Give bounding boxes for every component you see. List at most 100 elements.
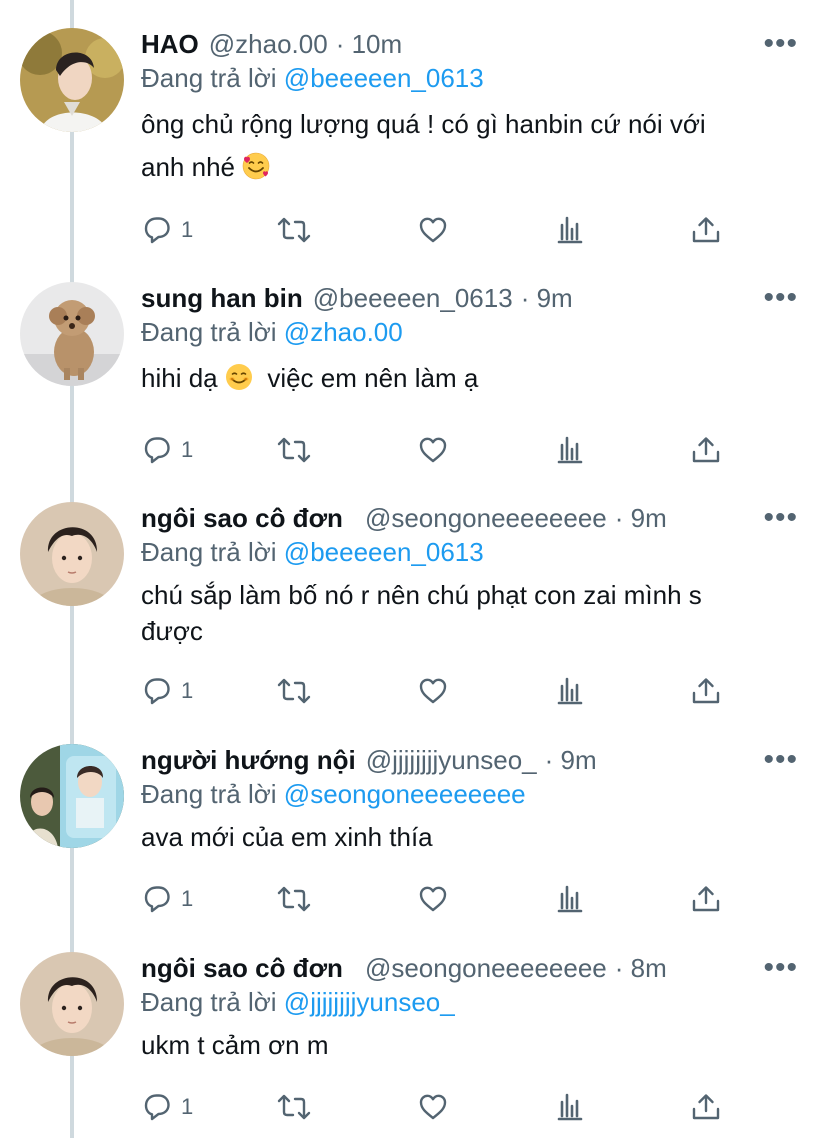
tweet-text: chú sắp làm bố nó r nên chú phạt con zai… <box>141 577 798 649</box>
retweet-icon <box>277 678 311 704</box>
retweet-button[interactable] <box>275 676 313 706</box>
mention-link[interactable]: @beeeeen_0613 <box>284 63 484 93</box>
share-icon <box>692 1094 720 1120</box>
replying-to: Đang trả lời @seongoneeeeeeee <box>141 779 798 813</box>
reply-icon <box>144 678 170 705</box>
more-icon[interactable]: ••• <box>763 503 798 533</box>
replying-to: Đang trả lời @jjjjjjjjyunseo_ <box>141 987 798 1021</box>
timestamp[interactable]: · 9m <box>521 283 573 314</box>
heart-icon <box>419 1094 447 1120</box>
retweet-button[interactable] <box>275 1092 313 1122</box>
analytics-button[interactable] <box>555 435 585 465</box>
retweet-button[interactable] <box>275 884 313 914</box>
smiling-face-icon <box>224 363 253 391</box>
reply-button[interactable]: 1 <box>141 215 193 245</box>
more-icon[interactable]: ••• <box>763 29 798 59</box>
reply-count: 1 <box>181 437 194 462</box>
analytics-icon <box>557 885 583 913</box>
reply-count: 1 <box>181 886 194 911</box>
like-button[interactable] <box>417 1092 449 1122</box>
timestamp[interactable]: · 8m <box>615 953 667 984</box>
share-icon <box>692 886 720 912</box>
timestamp[interactable]: · 10m <box>336 29 402 60</box>
analytics-icon <box>557 436 583 464</box>
handle[interactable]: @seongoneeeeeeee <box>365 953 607 984</box>
retweet-icon <box>277 217 311 243</box>
more-icon[interactable]: ••• <box>763 283 798 313</box>
display-name[interactable]: ngôi sao cô đơn <box>141 503 343 534</box>
replying-to-label: Đang trả lời <box>141 63 277 93</box>
analytics-button[interactable] <box>555 884 585 914</box>
reply-icon <box>144 217 170 244</box>
analytics-button[interactable] <box>555 215 585 245</box>
like-button[interactable] <box>417 215 449 245</box>
like-button[interactable] <box>417 676 449 706</box>
replying-to: Đang trả lời @beeeeen_0613 <box>141 537 798 571</box>
retweet-button[interactable] <box>275 215 313 245</box>
more-icon[interactable]: ••• <box>763 745 798 775</box>
action-bar: 1 <box>141 1092 741 1126</box>
handle[interactable]: @jjjjjjjjyunseo_ <box>366 745 537 776</box>
analytics-icon <box>557 216 583 244</box>
share-button[interactable] <box>691 435 721 465</box>
replying-to-label: Đang trả lời <box>141 987 277 1017</box>
tweet-text-line-2: anh nhé <box>141 146 798 189</box>
share-icon <box>692 437 720 463</box>
avatar[interactable] <box>20 502 124 606</box>
more-icon[interactable]: ••• <box>763 953 798 983</box>
share-button[interactable] <box>691 676 721 706</box>
tweet-header: ngôi sao cô đơn @seongoneeeeeeee · 9m <box>141 502 798 534</box>
replying-to: Đang trả lời @zhao.00 <box>141 317 798 351</box>
handle[interactable]: @seongoneeeeeeee <box>365 503 607 534</box>
mention-link[interactable]: @seongoneeeeeeee <box>284 779 526 809</box>
avatar[interactable] <box>20 744 124 848</box>
reply-icon <box>144 1094 170 1121</box>
analytics-icon <box>557 1093 583 1121</box>
reply-button[interactable]: 1 <box>141 676 193 706</box>
reply-button[interactable]: 1 <box>141 1092 193 1122</box>
avatar[interactable] <box>20 952 124 1056</box>
tweet-header: ngôi sao cô đơn @seongoneeeeeeee · 8m <box>141 952 798 984</box>
heart-icon <box>419 886 447 912</box>
retweet-icon <box>277 437 311 463</box>
mention-link[interactable]: @zhao.00 <box>284 317 403 347</box>
like-button[interactable] <box>417 435 449 465</box>
reply-icon <box>144 437 170 464</box>
analytics-button[interactable] <box>555 1092 585 1122</box>
display-name[interactable]: sung han bin <box>141 283 303 314</box>
tweet-header: HAO @zhao.00 · 10m <box>141 28 798 60</box>
mention-link[interactable]: @jjjjjjjjyunseo_ <box>284 987 455 1017</box>
share-button[interactable] <box>691 1092 721 1122</box>
analytics-button[interactable] <box>555 676 585 706</box>
share-button[interactable] <box>691 884 721 914</box>
action-bar: 1 <box>141 676 741 710</box>
timestamp[interactable]: · 9m <box>615 503 667 534</box>
display-name[interactable]: ngôi sao cô đơn <box>141 953 343 984</box>
like-button[interactable] <box>417 884 449 914</box>
handle[interactable]: @zhao.00 <box>209 29 328 60</box>
retweet-button[interactable] <box>275 435 313 465</box>
reply-button[interactable]: 1 <box>141 884 193 914</box>
share-button[interactable] <box>691 215 721 245</box>
display-name[interactable]: HAO <box>141 29 199 60</box>
action-bar: 1 <box>141 884 741 918</box>
reply-icon <box>144 886 170 913</box>
avatar[interactable] <box>20 28 124 132</box>
timestamp[interactable]: · 9m <box>545 745 597 776</box>
avatar[interactable] <box>20 282 124 386</box>
display-name[interactable]: người hướng nội <box>141 745 356 776</box>
tweet-text: ava mới của em xinh thía <box>141 819 798 855</box>
mention-link[interactable]: @beeeeen_0613 <box>284 537 484 567</box>
action-bar: 1 <box>141 435 741 469</box>
heart-icon <box>419 678 447 704</box>
reply-button[interactable]: 1 <box>141 435 193 465</box>
heart-icon <box>419 437 447 463</box>
handle[interactable]: @beeeeen_0613 <box>313 283 513 314</box>
tweet-text-line: chú sắp làm bố nó r nên chú phạt con zai… <box>141 580 702 610</box>
tweet-header: sung han bin @beeeeen_0613 · 9m <box>141 282 798 314</box>
analytics-icon <box>557 677 583 705</box>
replying-to-label: Đang trả lời <box>141 317 277 347</box>
replying-to-label: Đang trả lời <box>141 537 277 567</box>
tweet-text: ông chủ rộng lượng quá ! có gì hanbin cứ… <box>141 103 798 189</box>
retweet-icon <box>277 886 311 912</box>
